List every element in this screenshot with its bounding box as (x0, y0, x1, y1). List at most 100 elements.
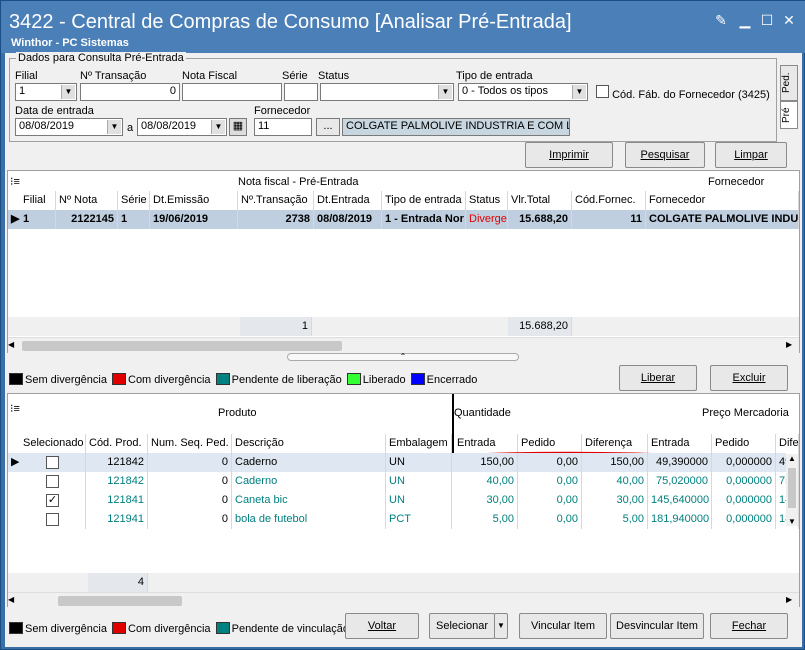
limpar-button[interactable]: Limpar (715, 142, 787, 168)
liberar-button[interactable]: Liberar (619, 365, 697, 391)
bottom-grid-footer: 4 (8, 573, 799, 592)
col-header[interactable]: Filial (20, 191, 56, 210)
col-header[interactable]: Status (466, 191, 508, 210)
col-header[interactable]: Entrada (648, 434, 712, 453)
vincular-item-button[interactable]: Vincular Item (519, 613, 607, 639)
col-header[interactable]: Nº.Transação (238, 191, 314, 210)
col-header[interactable]: Embalagem (386, 434, 452, 453)
cell-q-ped: 0,00 (518, 472, 582, 491)
col-header[interactable]: Tipo de entrada (382, 191, 466, 210)
edit-window-icon[interactable]: ✎ (711, 11, 731, 29)
grid-menu-icon[interactable]: ⁝≡ (10, 175, 20, 188)
col-header[interactable]: Num. Seq. Ped. (148, 434, 232, 453)
tipo-select[interactable]: 0 - Todos os tipos ▼ (458, 83, 588, 101)
scroll-right-icon[interactable]: ▶ (786, 595, 796, 605)
grid-menu-icon[interactable]: ⁝≡ (10, 402, 20, 415)
table-row[interactable]: 121941 0 bola de futebol PCT 5,00 0,00 5,00 181… (8, 510, 799, 529)
status-label: Status (318, 70, 350, 82)
band-quantidade: Quantidade (454, 407, 511, 419)
scrollbar-thumb[interactable] (58, 596, 182, 606)
data-from-input[interactable]: 08/08/2019 ▼ (15, 118, 123, 136)
scroll-down-icon[interactable]: ▼ (786, 517, 798, 526)
cell-cod: 121842 (86, 453, 148, 472)
cell-p-ent: 145,640000 (648, 491, 712, 510)
pesquisar-button[interactable]: Pesquisar (625, 142, 705, 168)
col-header[interactable]: Dt.Entrada (314, 191, 382, 210)
selecionar-button[interactable]: Selecionar (429, 613, 495, 639)
select-checkbox[interactable] (46, 456, 59, 469)
maximize-icon[interactable]: ☐ (757, 11, 777, 29)
tab-ped[interactable]: Ped. (780, 65, 798, 101)
fechar-button[interactable]: Fechar (710, 613, 788, 639)
col-header[interactable]: Dife (776, 434, 799, 453)
select-checkbox[interactable]: ✓ (46, 494, 59, 507)
voltar-button[interactable]: Voltar (345, 613, 419, 639)
filial-select[interactable]: 1 ▼ (15, 83, 77, 101)
transacao-input[interactable]: 0 (80, 83, 180, 101)
select-checkbox-cell (20, 453, 86, 472)
col-header[interactable]: Pedido (712, 434, 776, 453)
table-row[interactable]: ✓ 121841 0 Caneta bic UN 30,00 0,00 30,00 145,64… (8, 491, 799, 510)
liberado-swatch (346, 373, 361, 385)
col-header[interactable]: Vlr.Total (508, 191, 572, 210)
select-checkbox[interactable] (46, 475, 59, 488)
col-header[interactable]: Cód. Prod. (86, 434, 148, 453)
close-icon[interactable]: ✕ (779, 11, 799, 29)
serie-input[interactable] (284, 83, 318, 101)
scrollbar-thumb[interactable] (788, 468, 796, 508)
scroll-up-icon[interactable]: ▲ (786, 454, 798, 463)
minimize-icon[interactable]: ▁ (735, 11, 755, 29)
cod-fab-checkbox-row[interactable]: Cód. Fáb. do Fornecedor (3425) (596, 85, 770, 101)
table-row[interactable]: 121842 0 Caderno UN 40,00 0,00 40,00 75,020000 0… (8, 472, 799, 491)
pendente-swatch (215, 622, 230, 634)
fornecedor-code-input[interactable]: 11 (254, 118, 312, 136)
status-select[interactable]: ▼ (320, 83, 454, 101)
legend-label: Encerrado (426, 374, 478, 386)
selecionar-dropdown-icon[interactable]: ▼ (494, 613, 508, 639)
col-header[interactable]: Série (118, 191, 150, 210)
table-row[interactable]: ▶ 1 2122145 1 19/06/2019 2738 08/08/2019… (8, 210, 799, 229)
filter-group-title: Dados para Consulta Pré-Entrada (16, 52, 186, 64)
footer-total: 15.688,20 (508, 317, 572, 336)
vscrollbar[interactable]: ▲ ▼ (786, 454, 798, 526)
col-header[interactable]: Cód.Fornec. (572, 191, 646, 210)
legend-status: Sem divergência Com divergência Pendente… (9, 373, 477, 386)
table-row[interactable]: ▶ 121842 0 Caderno UN 150,00 0,00 150,00 49,3900… (8, 453, 799, 472)
col-header[interactable]: Descrição (232, 434, 386, 453)
main-client: Dados para Consulta Pré-Entrada Filial 1… (5, 52, 802, 647)
sem-divergencia-swatch (9, 622, 23, 634)
pendente-swatch (215, 373, 230, 385)
splitter-handle[interactable]: ⌃ (287, 353, 519, 361)
sem-divergencia-swatch (9, 373, 23, 385)
cell-desc: Caneta bic (232, 491, 386, 510)
chevron-down-icon: ▼ (107, 120, 121, 134)
row-pointer-icon: ▶ (11, 456, 20, 468)
cell-q-dif: 5,00 (582, 510, 648, 529)
nota-input[interactable] (182, 83, 282, 101)
scrollbar-thumb[interactable] (22, 341, 342, 351)
cell-emb: UN (386, 472, 452, 491)
col-header[interactable]: Fornecedor (646, 191, 799, 210)
excluir-button[interactable]: Excluir (710, 365, 788, 391)
top-hscrollbar[interactable]: ◀ ▶ (8, 337, 799, 353)
scroll-right-icon[interactable]: ▶ (786, 340, 796, 350)
transacao-label: Nº Transação (80, 70, 147, 82)
imprimir-button[interactable]: Imprimir (525, 142, 613, 168)
select-checkbox[interactable] (46, 513, 59, 526)
calendar-icon[interactable]: ▦ (229, 118, 247, 136)
scroll-left-icon[interactable]: ◀ (8, 340, 18, 350)
cell: 08/08/2019 (314, 210, 382, 229)
fornecedor-search-button[interactable]: ... (316, 118, 340, 136)
col-header[interactable]: Selecionado (20, 434, 86, 453)
cell-p-ent: 75,020000 (648, 472, 712, 491)
data-to-input[interactable]: 08/08/2019 ▼ (137, 118, 227, 136)
cod-fab-checkbox[interactable] (596, 85, 609, 98)
serie-label: Série (282, 70, 308, 82)
scroll-left-icon[interactable]: ◀ (8, 595, 18, 605)
col-header[interactable]: Dt.Emissão (150, 191, 238, 210)
app-window: 3422 - Central de Compras de Consumo [An… (0, 0, 805, 650)
col-header[interactable]: Nº Nota (56, 191, 118, 210)
desvincular-item-button[interactable]: Desvincular Item (610, 613, 704, 639)
bottom-hscrollbar[interactable]: ◀ ▶ (8, 592, 799, 608)
tab-pre[interactable]: Pré (780, 101, 798, 129)
